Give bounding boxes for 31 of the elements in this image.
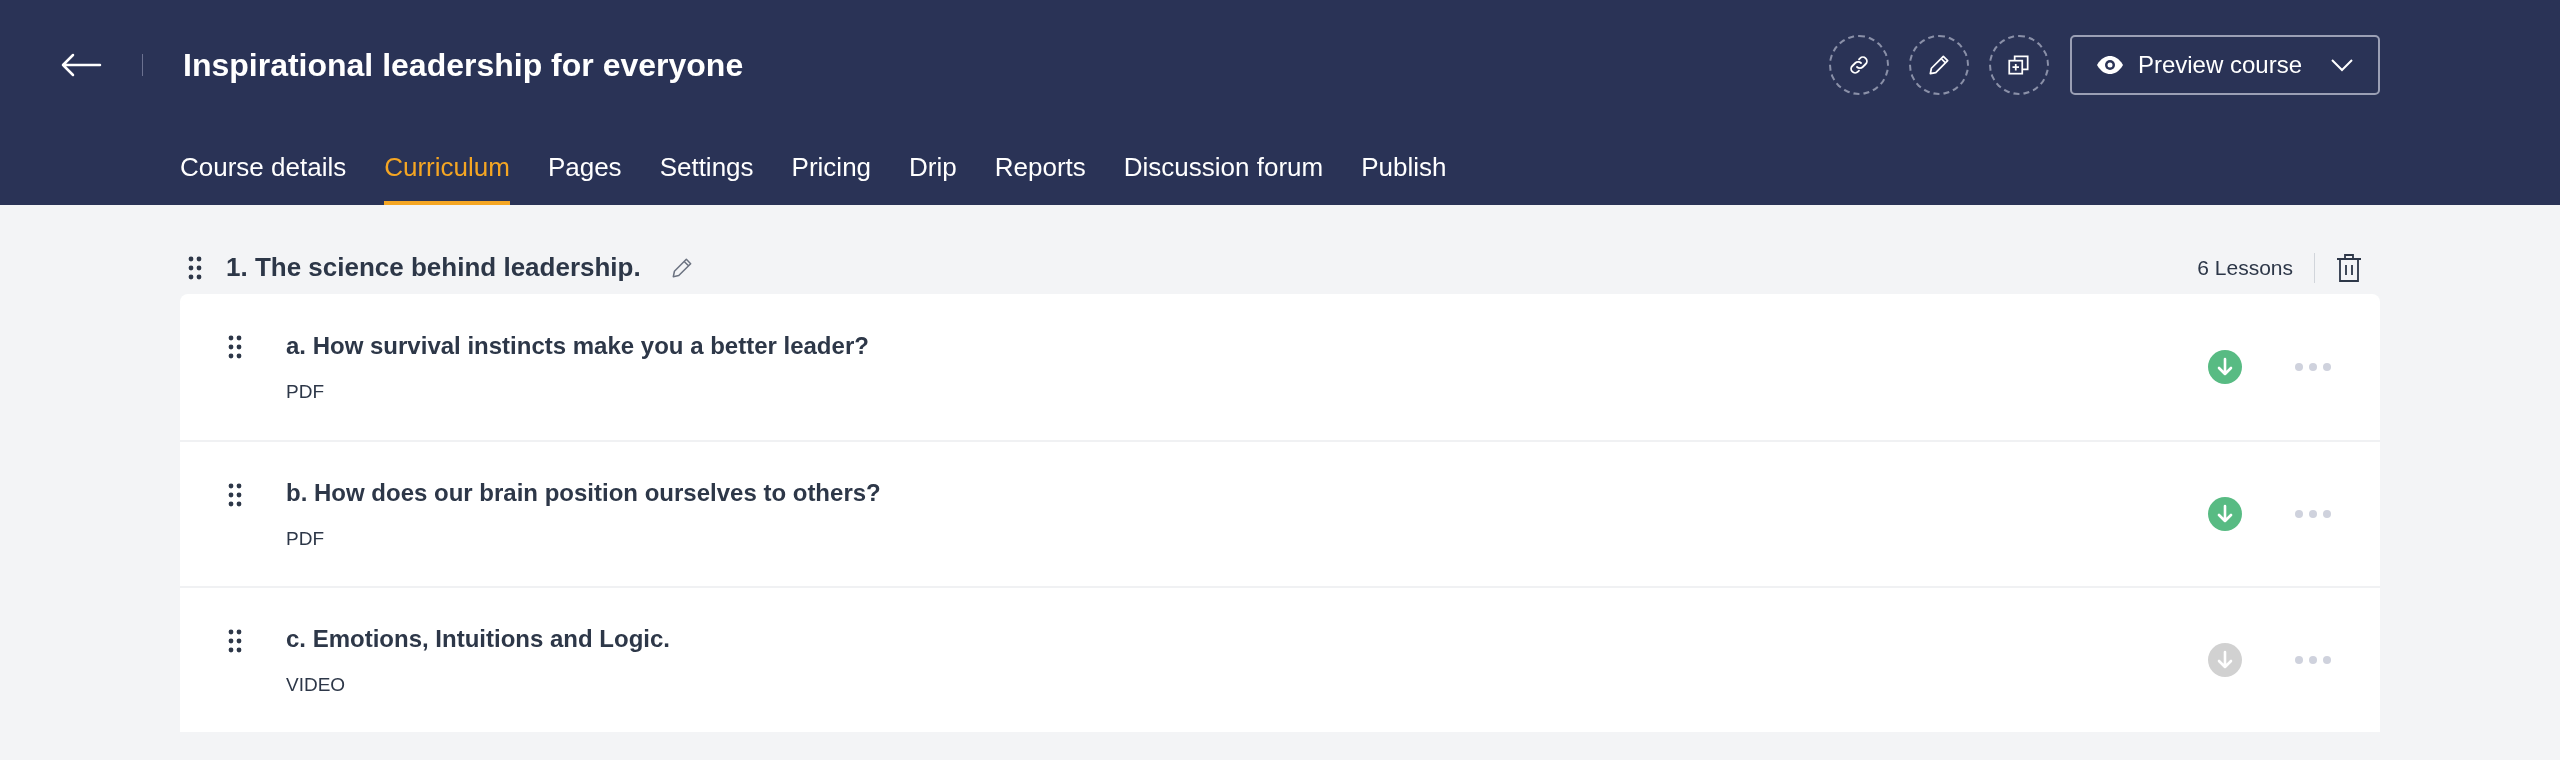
edit-button[interactable]	[1908, 35, 1969, 95]
nav-tab[interactable]: Drip	[909, 130, 957, 205]
lesson-type: PDF	[286, 526, 325, 551]
chevron-down-icon	[2330, 58, 2354, 72]
trash-icon[interactable]	[2336, 252, 2362, 283]
nav-tab[interactable]: Publish	[1361, 130, 1447, 205]
duplicate-icon	[2005, 52, 2032, 78]
section-title: 1. The science behind leadership.	[226, 251, 641, 284]
nav-tab[interactable]: Settings	[659, 130, 754, 205]
lesson-type: PDF	[286, 379, 325, 404]
lesson-type: VIDEO	[286, 672, 347, 697]
course-title: Inspirational leadership for everyone	[183, 46, 744, 85]
lesson-title[interactable]: b. How does our brain position ourselves to others?	[286, 474, 881, 511]
lesson-count: 6 Lessons	[2197, 254, 2293, 281]
drag-handle-icon[interactable]	[188, 255, 202, 280]
duplicate-button[interactable]	[1988, 35, 2049, 95]
link-button[interactable]	[1828, 35, 1889, 95]
lesson-title[interactable]: c. Emotions, Intuitions and Logic.	[286, 620, 670, 657]
nav-tab[interactable]: Reports	[994, 130, 1086, 205]
lesson-title[interactable]: a. How survival instincts make you a better leader?	[286, 327, 869, 364]
back-arrow-icon[interactable]	[60, 53, 102, 77]
nav-tab[interactable]: Pricing	[791, 130, 872, 205]
preview-course-button[interactable]: Preview course	[2069, 35, 2380, 95]
drag-handle-icon[interactable]	[228, 483, 242, 507]
eye-icon	[2095, 55, 2124, 75]
drag-handle-icon[interactable]	[228, 335, 242, 359]
drag-handle-icon[interactable]	[228, 629, 242, 653]
nav-tab[interactable]: Course details	[180, 130, 347, 205]
nav-tab[interactable]: Pages	[547, 130, 622, 205]
nav-tab[interactable]: Discussion forum	[1123, 130, 1324, 205]
nav-tab[interactable]: Curriculum	[384, 130, 510, 205]
